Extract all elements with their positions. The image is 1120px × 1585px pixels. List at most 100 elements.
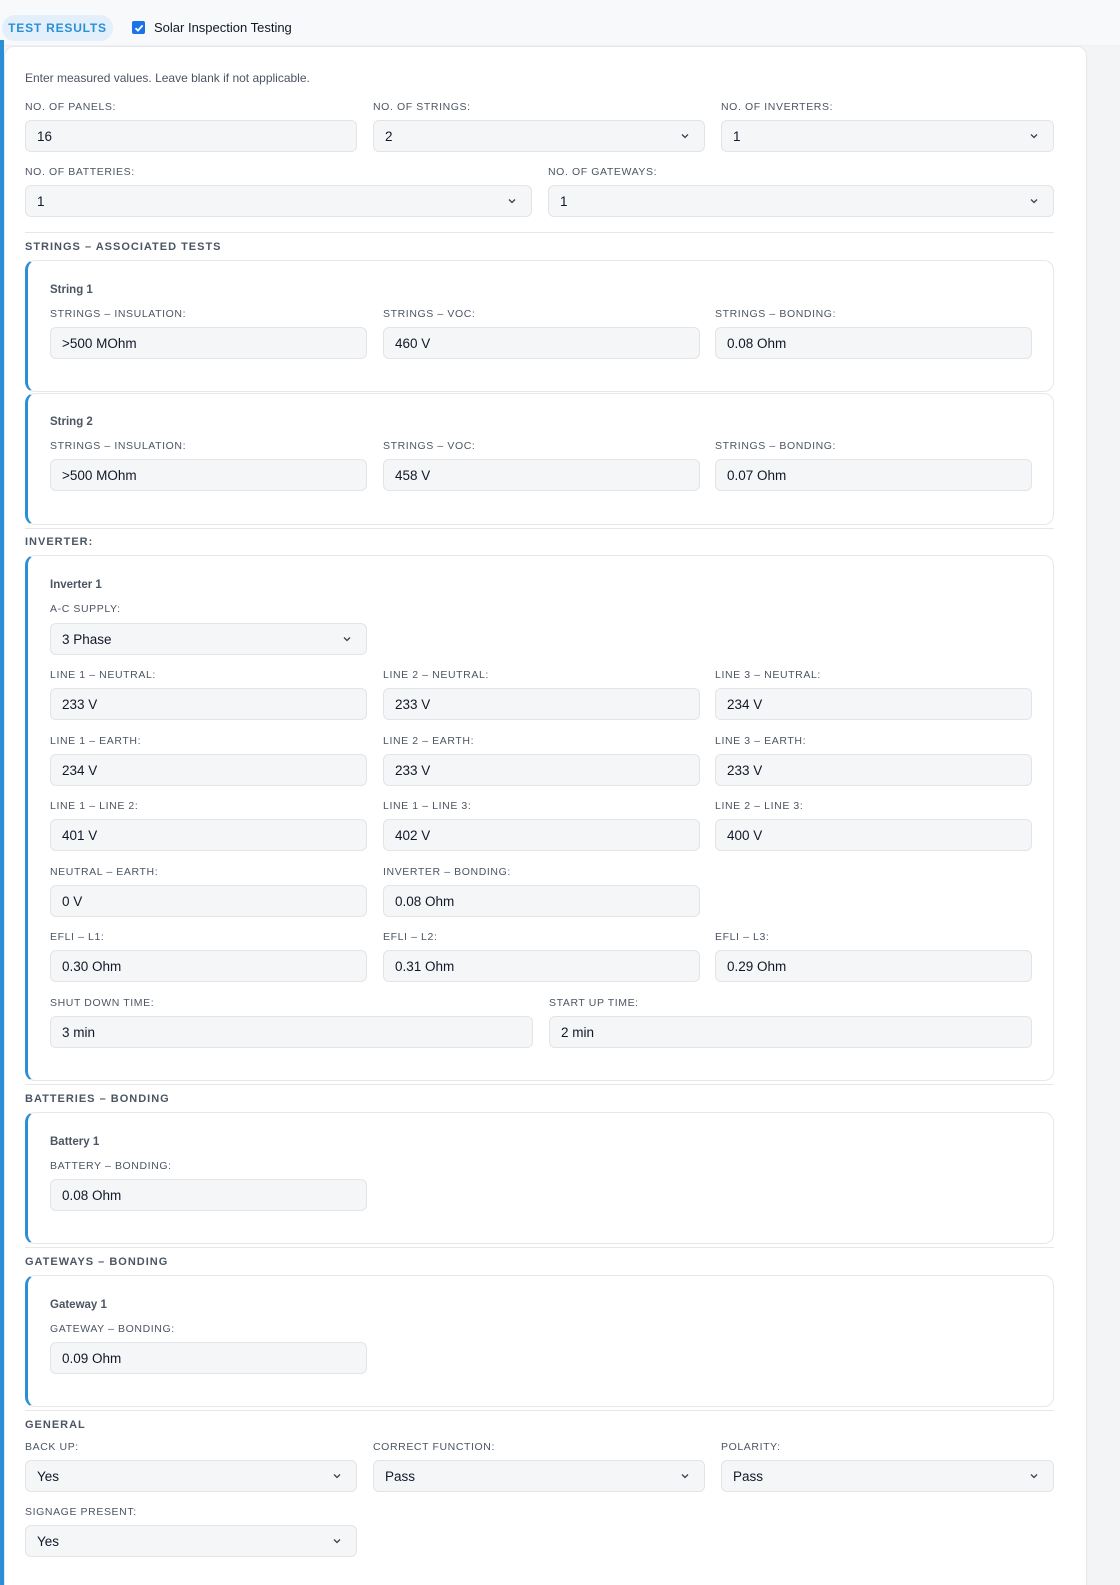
batteries-count-label: NO. OF BATTERIES:: [25, 166, 135, 178]
form-instructions: Enter measured values. Leave blank if no…: [25, 71, 310, 85]
gateways-count-label: NO. OF GATEWAYS:: [548, 166, 658, 178]
shutdown-time-input[interactable]: 3 min: [50, 1016, 533, 1048]
line1-line2-input[interactable]: 401 V: [50, 819, 367, 851]
batteries-section-title: BATTERIES – BONDING: [25, 1093, 170, 1105]
backup-select[interactable]: Yes: [25, 1460, 357, 1492]
strings-count-select[interactable]: 2: [373, 120, 705, 152]
startup-time-label: START UP TIME:: [549, 997, 639, 1009]
string-1-group: String 1 STRINGS – INSULATION: >500 MOhm…: [25, 260, 1054, 392]
inverter-bonding-input[interactable]: 0.08 Ohm: [383, 885, 700, 917]
line3-earth-label: LINE 3 – EARTH:: [715, 735, 807, 747]
chevron-down-icon: [343, 637, 351, 642]
divider: [25, 1084, 1054, 1085]
inverter-bonding-label: INVERTER – BONDING:: [383, 866, 511, 878]
divider: [25, 528, 1054, 529]
line1-neutral-input[interactable]: 233 V: [50, 688, 367, 720]
battery-1-title: Battery 1: [50, 1136, 100, 1148]
divider: [25, 232, 1054, 233]
divider: [25, 1410, 1054, 1411]
line1-line2-label: LINE 1 – LINE 2:: [50, 800, 139, 812]
test-results-tag[interactable]: TEST RESULTS: [2, 15, 113, 41]
line2-line3-input[interactable]: 400 V: [715, 819, 1032, 851]
efli-l2-label: EFLI – L2:: [383, 931, 438, 943]
batteries-count-select[interactable]: 1: [25, 185, 532, 217]
top-bar: TEST RESULTS Solar Inspection Testing: [0, 0, 1120, 46]
gateway-1-title: Gateway 1: [50, 1299, 107, 1311]
shutdown-time-label: SHUT DOWN TIME:: [50, 997, 155, 1009]
ac-supply-label: A-C SUPPLY:: [50, 603, 121, 615]
line3-neutral-input[interactable]: 234 V: [715, 688, 1032, 720]
correct-function-label: CORRECT FUNCTION:: [373, 1441, 496, 1453]
efli-l3-label: EFLI – L3:: [715, 931, 770, 943]
line1-neutral-label: LINE 1 – NEUTRAL:: [50, 669, 156, 681]
efli-l2-input[interactable]: 0.31 Ohm: [383, 950, 700, 982]
string-2-voc-label: STRINGS – VOC:: [383, 440, 476, 452]
panels-input[interactable]: 16: [25, 120, 357, 152]
signage-label: SIGNAGE PRESENT:: [25, 1506, 137, 1518]
ac-supply-select[interactable]: 3 Phase: [50, 623, 367, 655]
solar-inspection-toggle[interactable]: Solar Inspection Testing: [132, 20, 292, 35]
neutral-earth-input[interactable]: 0 V: [50, 885, 367, 917]
inverters-count-select[interactable]: 1: [721, 120, 1054, 152]
line1-earth-input[interactable]: 234 V: [50, 754, 367, 786]
divider: [25, 1247, 1054, 1248]
battery-bonding-input[interactable]: 0.08 Ohm: [50, 1179, 367, 1211]
string-1-voc-label: STRINGS – VOC:: [383, 308, 476, 320]
chevron-down-icon: [1030, 1474, 1038, 1479]
line2-earth-input[interactable]: 233 V: [383, 754, 700, 786]
chevron-down-icon: [681, 1474, 689, 1479]
efli-l3-input[interactable]: 0.29 Ohm: [715, 950, 1032, 982]
string-2-bonding-label: STRINGS – BONDING:: [715, 440, 837, 452]
string-1-bonding-input[interactable]: 0.08 Ohm: [715, 327, 1032, 359]
line1-line3-input[interactable]: 402 V: [383, 819, 700, 851]
string-1-voc-input[interactable]: 460 V: [383, 327, 700, 359]
string-2-group: String 2 STRINGS – INSULATION: >500 MOhm…: [25, 393, 1054, 525]
inverter-1-title: Inverter 1: [50, 579, 102, 591]
test-results-form: Enter measured values. Leave blank if no…: [4, 46, 1087, 1585]
panels-label: NO. OF PANELS:: [25, 101, 117, 113]
gateway-1-group: Gateway 1 GATEWAY – BONDING: 0.09 Ohm: [25, 1275, 1054, 1407]
chevron-down-icon: [333, 1474, 341, 1479]
line1-earth-label: LINE 1 – EARTH:: [50, 735, 142, 747]
string-2-voc-input[interactable]: 458 V: [383, 459, 700, 491]
polarity-label: POLARITY:: [721, 1441, 781, 1453]
string-2-insulation-label: STRINGS – INSULATION:: [50, 440, 187, 452]
string-2-bonding-input[interactable]: 0.07 Ohm: [715, 459, 1032, 491]
line3-earth-input[interactable]: 233 V: [715, 754, 1032, 786]
strings-count-label: NO. OF STRINGS:: [373, 101, 471, 113]
neutral-earth-label: NEUTRAL – EARTH:: [50, 866, 159, 878]
line2-earth-label: LINE 2 – EARTH:: [383, 735, 475, 747]
string-2-insulation-input[interactable]: >500 MOhm: [50, 459, 367, 491]
chevron-down-icon: [1030, 134, 1038, 139]
gateway-bonding-input[interactable]: 0.09 Ohm: [50, 1342, 367, 1374]
string-1-bonding-label: STRINGS – BONDING:: [715, 308, 837, 320]
checkbox-label: Solar Inspection Testing: [154, 20, 292, 35]
efli-l1-input[interactable]: 0.30 Ohm: [50, 950, 367, 982]
string-1-title: String 1: [50, 284, 93, 296]
signage-select[interactable]: Yes: [25, 1525, 357, 1557]
efli-l1-label: EFLI – L1:: [50, 931, 105, 943]
battery-1-group: Battery 1 BATTERY – BONDING: 0.08 Ohm: [25, 1112, 1054, 1244]
battery-bonding-label: BATTERY – BONDING:: [50, 1160, 172, 1172]
string-1-insulation-input[interactable]: >500 MOhm: [50, 327, 367, 359]
line2-neutral-label: LINE 2 – NEUTRAL:: [383, 669, 489, 681]
checkbox-checked-icon[interactable]: [132, 21, 145, 34]
inverter-section-title: INVERTER:: [25, 536, 94, 548]
backup-label: BACK UP:: [25, 1441, 79, 1453]
chevron-down-icon: [1030, 199, 1038, 204]
startup-time-input[interactable]: 2 min: [549, 1016, 1032, 1048]
chevron-down-icon: [333, 1539, 341, 1544]
gateways-section-title: GATEWAYS – BONDING: [25, 1256, 169, 1268]
line2-neutral-input[interactable]: 233 V: [383, 688, 700, 720]
inverters-count-label: NO. OF INVERTERS:: [721, 101, 834, 113]
string-1-insulation-label: STRINGS – INSULATION:: [50, 308, 187, 320]
strings-section-title: STRINGS – ASSOCIATED TESTS: [25, 241, 222, 253]
string-2-title: String 2: [50, 416, 93, 428]
correct-function-select[interactable]: Pass: [373, 1460, 705, 1492]
inverter-1-group: Inverter 1 A-C SUPPLY: 3 Phase LINE 1 – …: [25, 555, 1054, 1081]
gateway-bonding-label: GATEWAY – BONDING:: [50, 1323, 175, 1335]
line3-neutral-label: LINE 3 – NEUTRAL:: [715, 669, 821, 681]
chevron-down-icon: [681, 134, 689, 139]
gateways-count-select[interactable]: 1: [548, 185, 1054, 217]
polarity-select[interactable]: Pass: [721, 1460, 1054, 1492]
